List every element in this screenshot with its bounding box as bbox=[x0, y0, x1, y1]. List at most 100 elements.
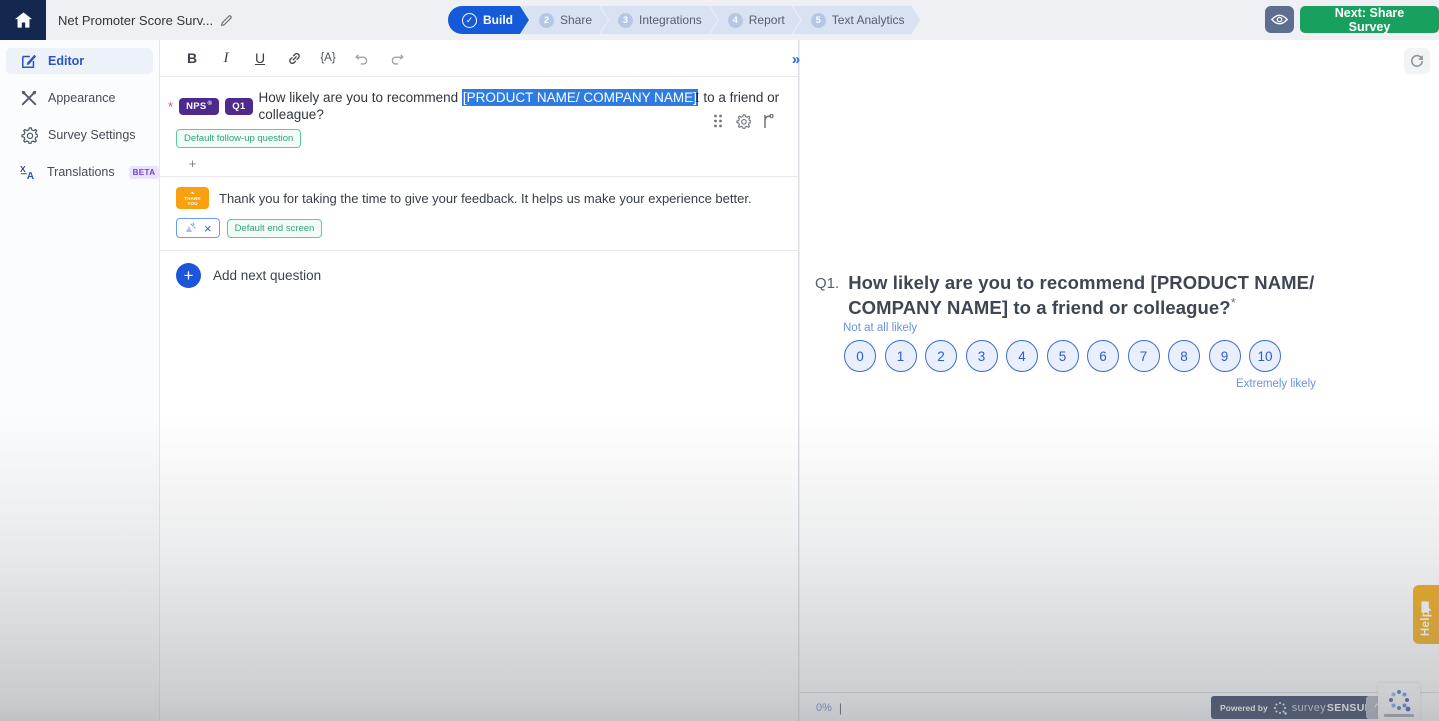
sidebar: Editor Appearance Survey Settings XA Tra… bbox=[0, 40, 160, 721]
thank-you-row: ❧ THANK YOU Thank you for taking the tim… bbox=[176, 187, 798, 209]
surveysensum-corner-logo bbox=[1378, 683, 1420, 721]
variable-button[interactable]: {A} bbox=[316, 46, 340, 70]
thank-you-badge: ❧ THANK YOU bbox=[176, 187, 209, 209]
beta-badge: BETA bbox=[129, 166, 160, 179]
question-actions bbox=[710, 113, 776, 129]
redo-button[interactable] bbox=[384, 46, 408, 70]
sidebar-item-label: Translations bbox=[47, 165, 115, 179]
check-icon: ✓ bbox=[462, 13, 477, 28]
tab-build[interactable]: ✓ Build bbox=[448, 6, 529, 34]
help-tab[interactable]: Help bbox=[1413, 585, 1439, 644]
scale-left-label: Not at all likely bbox=[843, 322, 917, 334]
nps-option-4[interactable]: 4 bbox=[1006, 340, 1038, 372]
underline-button[interactable]: U bbox=[248, 46, 272, 70]
tab-share[interactable]: 2 Share bbox=[521, 6, 608, 34]
step-label: Integrations bbox=[639, 13, 702, 27]
preview-footer: 0% | Powered by survey SENSUM ^ bbox=[800, 692, 1439, 721]
svg-text:X: X bbox=[20, 164, 26, 174]
survey-title-text: Net Promoter Score Surv... bbox=[58, 13, 213, 28]
appearance-icon bbox=[20, 90, 38, 106]
preview-button[interactable] bbox=[1265, 6, 1294, 33]
progress-percent: 0% bbox=[816, 702, 832, 714]
link-icon bbox=[287, 51, 302, 66]
question-row: * NPS® Q1 How likely are you to recommen… bbox=[160, 77, 798, 122]
home-button[interactable] bbox=[0, 0, 46, 40]
required-asterisk: * bbox=[168, 99, 173, 114]
sidebar-item-label: Survey Settings bbox=[48, 128, 136, 142]
step-label: Share bbox=[560, 13, 592, 27]
nps-option-3[interactable]: 3 bbox=[966, 340, 998, 372]
tab-report[interactable]: 4 Report bbox=[710, 6, 801, 34]
progress-caret: | bbox=[839, 701, 842, 715]
survey-preview-panel: Q1. How likely are you to recommend [PRO… bbox=[800, 40, 1439, 721]
editor-icon bbox=[20, 53, 38, 69]
default-followup-tag: Default follow-up question bbox=[176, 129, 301, 148]
question-settings-gear-icon[interactable] bbox=[735, 113, 751, 129]
sidebar-item-survey-settings[interactable]: Survey Settings bbox=[6, 122, 153, 148]
wizard-steps: ✓ Build 2 Share 3 Integrations 4 Report … bbox=[448, 6, 920, 34]
nps-option-5[interactable]: 5 bbox=[1047, 340, 1079, 372]
nps-option-7[interactable]: 7 bbox=[1128, 340, 1160, 372]
redo-icon bbox=[389, 52, 404, 65]
help-label: Help bbox=[1420, 609, 1432, 635]
tab-text-analytics[interactable]: 5 Text Analytics bbox=[793, 6, 921, 34]
refresh-preview-button[interactable] bbox=[1404, 48, 1430, 74]
undo-button[interactable] bbox=[350, 46, 374, 70]
brand-survey: survey bbox=[1292, 702, 1326, 714]
sidebar-item-appearance[interactable]: Appearance bbox=[6, 85, 153, 111]
home-icon bbox=[15, 12, 32, 28]
nps-scale: 0 1 2 3 4 5 6 7 8 9 10 bbox=[844, 340, 1281, 372]
step-number: 5 bbox=[811, 13, 826, 28]
preview-question: Q1. How likely are you to recommend [PRO… bbox=[815, 272, 1375, 319]
settings-gear-icon bbox=[20, 127, 38, 144]
thank-you-card[interactable]: ❧ THANK YOU Thank you for taking the tim… bbox=[160, 177, 798, 238]
sidebar-item-label: Appearance bbox=[48, 91, 115, 105]
powered-by-badge[interactable]: Powered by survey SENSUM bbox=[1211, 696, 1383, 719]
step-number: 3 bbox=[618, 13, 633, 28]
powered-by-label: Powered by bbox=[1220, 703, 1268, 713]
edit-title-icon[interactable] bbox=[220, 14, 233, 27]
step-number: 2 bbox=[539, 13, 554, 28]
preview-required-mark: * bbox=[1231, 295, 1236, 310]
nps-option-0[interactable]: 0 bbox=[844, 340, 876, 372]
insert-question-plus-button[interactable]: + bbox=[184, 155, 201, 172]
remove-icon[interactable]: × bbox=[204, 222, 212, 235]
step-label: Build bbox=[483, 13, 513, 27]
link-button[interactable] bbox=[282, 46, 306, 70]
bold-button[interactable]: B bbox=[180, 46, 204, 70]
nps-option-1[interactable]: 1 bbox=[885, 340, 917, 372]
branch-logic-icon[interactable] bbox=[760, 113, 776, 129]
step-label: Report bbox=[749, 13, 785, 27]
undo-icon bbox=[355, 52, 370, 65]
editor-panel: B I U {A} » * NPS® Q1 How likely are you… bbox=[160, 40, 799, 721]
next-share-survey-button[interactable]: Next: Share Survey bbox=[1300, 6, 1439, 33]
selected-text: [PRODUCT NAME/ COMPANY NAME] bbox=[462, 89, 698, 106]
nps-option-2[interactable]: 2 bbox=[925, 340, 957, 372]
eye-icon bbox=[1271, 13, 1288, 26]
question-number-badge: Q1 bbox=[225, 98, 252, 115]
drag-handle-icon[interactable] bbox=[710, 113, 726, 129]
sidebar-item-translations[interactable]: XA Translations BETA bbox=[6, 159, 153, 185]
question-card[interactable]: * NPS® Q1 How likely are you to recommen… bbox=[160, 77, 798, 172]
end-screen-media-button[interactable]: × bbox=[176, 218, 220, 238]
question-tag-row: Default follow-up question bbox=[176, 129, 798, 148]
nps-option-8[interactable]: 8 bbox=[1168, 340, 1200, 372]
add-next-question-button[interactable]: + Add next question bbox=[160, 251, 798, 302]
italic-button[interactable]: I bbox=[214, 46, 238, 70]
step-number: 4 bbox=[728, 13, 743, 28]
scale-right-label: Extremely likely bbox=[1236, 378, 1316, 390]
refresh-icon bbox=[1410, 54, 1424, 68]
preview-question-text: How likely are you to recommend [PRODUCT… bbox=[848, 272, 1375, 319]
confetti-icon bbox=[184, 222, 196, 234]
progress-indicator: 0% | bbox=[816, 701, 842, 715]
top-bar: Net Promoter Score Surv... ✓ Build 2 Sha… bbox=[0, 0, 1439, 40]
nps-option-10[interactable]: 10 bbox=[1249, 340, 1281, 372]
surveysensum-logo-icon bbox=[1273, 701, 1287, 715]
nps-option-9[interactable]: 9 bbox=[1209, 340, 1241, 372]
nps-option-6[interactable]: 6 bbox=[1087, 340, 1119, 372]
tab-integrations[interactable]: 3 Integrations bbox=[600, 6, 718, 34]
svg-text:A: A bbox=[27, 171, 35, 180]
sidebar-item-editor[interactable]: Editor bbox=[6, 48, 153, 74]
sidebar-item-label: Editor bbox=[48, 54, 84, 68]
thank-you-text[interactable]: Thank you for taking the time to give yo… bbox=[219, 187, 752, 206]
